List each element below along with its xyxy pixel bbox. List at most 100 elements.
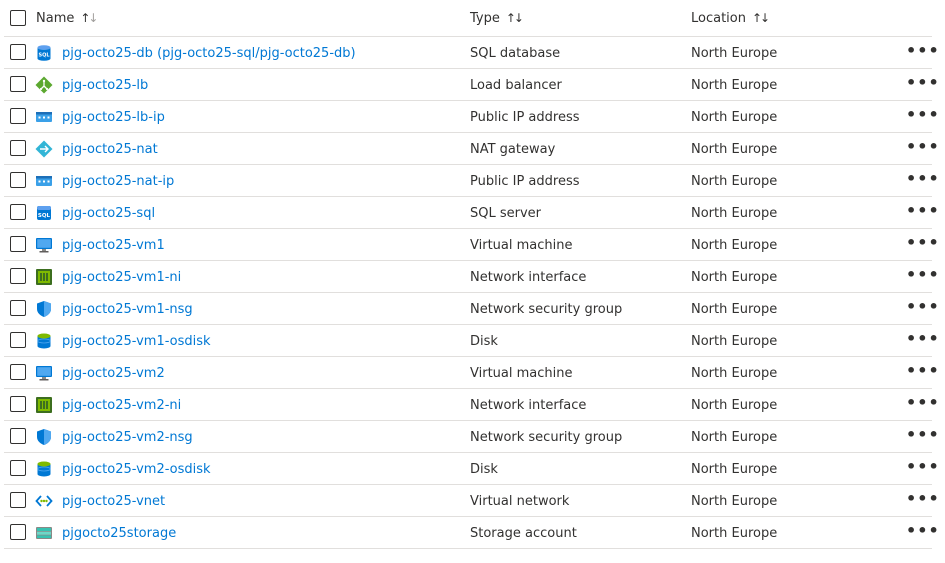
virtual-network-icon bbox=[35, 492, 53, 510]
sort-icon: ↑↓ bbox=[505, 11, 524, 25]
row-checkbox[interactable] bbox=[10, 236, 26, 252]
more-actions-button[interactable]: ••• bbox=[906, 361, 939, 381]
resource-type: Network interface bbox=[470, 270, 587, 285]
sort-icon: ↑↓ bbox=[751, 11, 770, 25]
row-checkbox[interactable] bbox=[10, 396, 26, 412]
row-checkbox[interactable] bbox=[10, 492, 26, 508]
more-actions-button[interactable]: ••• bbox=[906, 393, 939, 413]
resource-name-link[interactable]: pjg-octo25-vm1 bbox=[62, 238, 165, 253]
row-checkbox[interactable] bbox=[10, 332, 26, 348]
row-checkbox[interactable] bbox=[10, 364, 26, 380]
resource-name-link[interactable]: pjg-octo25-vm1-nsg bbox=[62, 302, 193, 317]
resource-location: North Europe bbox=[691, 142, 778, 157]
more-actions-button[interactable]: ••• bbox=[906, 265, 939, 285]
column-header-type[interactable]: Type ↑↓ bbox=[470, 11, 524, 26]
resource-type: Network security group bbox=[470, 430, 623, 445]
table-row: SQL pjg-octo25-sql SQL server North Euro… bbox=[4, 197, 939, 229]
more-actions-button[interactable]: ••• bbox=[906, 73, 939, 93]
more-actions-button[interactable]: ••• bbox=[906, 169, 939, 189]
network-interface-icon bbox=[35, 268, 53, 286]
resource-name-link[interactable]: pjgocto25storage bbox=[62, 526, 176, 541]
resource-name-link[interactable]: pjg-octo25-vm2-ni bbox=[62, 398, 181, 413]
more-actions-button[interactable]: ••• bbox=[906, 457, 939, 477]
resource-type: Virtual machine bbox=[470, 238, 573, 253]
more-actions-button[interactable]: ••• bbox=[906, 521, 939, 541]
grid-header: Name ↑↓ Type ↑↓ Location ↑↓ bbox=[4, 0, 932, 37]
svg-text:SQL: SQL bbox=[38, 213, 51, 219]
resource-type: Virtual network bbox=[470, 494, 570, 509]
nat-gateway-icon bbox=[35, 140, 53, 158]
resource-name-link[interactable]: pjg-octo25-sql bbox=[62, 206, 155, 221]
row-checkbox[interactable] bbox=[10, 204, 26, 220]
resource-type: Network security group bbox=[470, 302, 623, 317]
resource-name-link[interactable]: pjg-octo25-lb-ip bbox=[62, 110, 165, 125]
resource-location: North Europe bbox=[691, 78, 778, 93]
more-actions-button[interactable]: ••• bbox=[906, 233, 939, 253]
resource-type: SQL database bbox=[470, 46, 561, 61]
sql-database-icon: SQL bbox=[35, 44, 53, 62]
storage-account-icon bbox=[35, 524, 53, 542]
resource-location: North Europe bbox=[691, 110, 778, 125]
disk-icon bbox=[35, 460, 53, 478]
virtual-machine-icon bbox=[35, 364, 53, 382]
resource-name-link[interactable]: pjg-octo25-db (pjg-octo25-sql/pjg-octo25… bbox=[62, 46, 356, 61]
more-actions-button[interactable]: ••• bbox=[906, 425, 939, 445]
resource-type: Disk bbox=[470, 462, 498, 477]
table-row: pjg-octo25-vm1-nsg Network security grou… bbox=[4, 293, 939, 325]
resource-name-link[interactable]: pjg-octo25-vm2-nsg bbox=[62, 430, 193, 445]
table-row: pjg-octo25-vm2-osdisk Disk North Europe … bbox=[4, 453, 939, 485]
table-row: pjg-octo25-vm1-ni Network interface Nort… bbox=[4, 261, 939, 293]
resource-type: Disk bbox=[470, 334, 498, 349]
resource-type: SQL server bbox=[470, 206, 542, 221]
resource-type: NAT gateway bbox=[470, 142, 556, 157]
row-checkbox[interactable] bbox=[10, 44, 26, 60]
more-actions-button[interactable]: ••• bbox=[906, 41, 939, 61]
resource-location: North Europe bbox=[691, 526, 778, 541]
table-row: pjg-octo25-nat-ip Public IP address Nort… bbox=[4, 165, 939, 197]
resource-location: North Europe bbox=[691, 238, 778, 253]
column-header-name[interactable]: Name ↑↓ bbox=[36, 11, 99, 26]
table-row: pjg-octo25-lb Load balancer North Europe… bbox=[4, 69, 939, 101]
more-actions-button[interactable]: ••• bbox=[906, 489, 939, 509]
disk-icon bbox=[35, 332, 53, 350]
svg-text:SQL: SQL bbox=[38, 53, 50, 59]
resource-type: Virtual machine bbox=[470, 366, 573, 381]
table-row: pjg-octo25-vm2-nsg Network security grou… bbox=[4, 421, 939, 453]
select-all-checkbox[interactable] bbox=[10, 10, 26, 26]
row-checkbox[interactable] bbox=[10, 76, 26, 92]
more-actions-button[interactable]: ••• bbox=[906, 329, 939, 349]
row-checkbox[interactable] bbox=[10, 428, 26, 444]
more-actions-button[interactable]: ••• bbox=[906, 137, 939, 157]
nsg-shield-icon bbox=[35, 300, 53, 318]
row-checkbox[interactable] bbox=[10, 460, 26, 476]
resource-location: North Europe bbox=[691, 206, 778, 221]
column-header-location[interactable]: Location ↑↓ bbox=[691, 11, 770, 26]
resource-name-link[interactable]: pjg-octo25-vm1-ni bbox=[62, 270, 181, 285]
resource-location: North Europe bbox=[691, 174, 778, 189]
more-actions-button[interactable]: ••• bbox=[906, 105, 939, 125]
more-actions-button[interactable]: ••• bbox=[906, 201, 939, 221]
row-checkbox[interactable] bbox=[10, 268, 26, 284]
resource-name-link[interactable]: pjg-octo25-vm2-osdisk bbox=[62, 462, 211, 477]
row-checkbox[interactable] bbox=[10, 140, 26, 156]
nsg-shield-icon bbox=[35, 428, 53, 446]
resource-name-link[interactable]: pjg-octo25-vm2 bbox=[62, 366, 165, 381]
more-actions-button[interactable]: ••• bbox=[906, 297, 939, 317]
resource-location: North Europe bbox=[691, 46, 778, 61]
table-row: pjg-octo25-lb-ip Public IP address North… bbox=[4, 101, 939, 133]
resource-name-link[interactable]: pjg-octo25-vnet bbox=[62, 494, 165, 509]
row-checkbox[interactable] bbox=[10, 108, 26, 124]
resource-type: Network interface bbox=[470, 398, 587, 413]
resource-name-link[interactable]: pjg-octo25-nat bbox=[62, 142, 158, 157]
resource-name-link[interactable]: pjg-octo25-vm1-osdisk bbox=[62, 334, 211, 349]
load-balancer-icon bbox=[35, 76, 53, 94]
resource-name-link[interactable]: pjg-octo25-nat-ip bbox=[62, 174, 174, 189]
row-checkbox[interactable] bbox=[10, 524, 26, 540]
resource-location: North Europe bbox=[691, 494, 778, 509]
table-row: pjg-octo25-nat NAT gateway North Europe … bbox=[4, 133, 939, 165]
row-checkbox[interactable] bbox=[10, 300, 26, 316]
table-row: pjg-octo25-vm1-osdisk Disk North Europe … bbox=[4, 325, 939, 357]
resource-location: North Europe bbox=[691, 334, 778, 349]
resource-name-link[interactable]: pjg-octo25-lb bbox=[62, 78, 148, 93]
row-checkbox[interactable] bbox=[10, 172, 26, 188]
